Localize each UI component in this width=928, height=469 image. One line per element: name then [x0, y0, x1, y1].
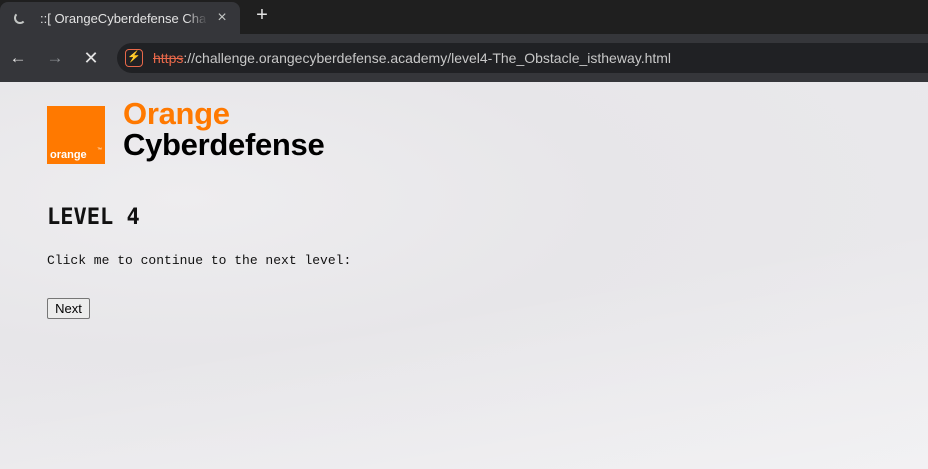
logo-word-orange: Orange	[123, 96, 230, 131]
url-scheme: https	[153, 50, 184, 66]
instruction-text: Click me to continue to the next level:	[47, 253, 352, 268]
address-bar[interactable]: ⚡ https://challenge.orangecyberdefense.a…	[117, 43, 928, 73]
stop-loading-icon[interactable]: ✕	[79, 46, 103, 70]
url-text[interactable]: https://challenge.orangecyberdefense.aca…	[153, 50, 671, 66]
url-rest: ://challenge.orangecyberdefense.academy/…	[183, 50, 672, 66]
page-title: LEVEL 4	[47, 205, 140, 230]
tab-title-fade	[186, 8, 208, 28]
site-info-icon[interactable]: ⚡	[125, 49, 143, 67]
tab-title: ::[ OrangeCyberdefense Challenge ]::	[40, 11, 206, 26]
next-button[interactable]: Next	[47, 298, 90, 319]
close-tab-icon[interactable]: ×	[214, 10, 230, 26]
logo-trademark: ™	[97, 147, 102, 153]
loading-spinner-icon	[14, 12, 26, 24]
forward-icon[interactable]: →	[43, 46, 67, 70]
tab-strip: ::[ OrangeCyberdefense Challenge ]:: × +	[0, 0, 928, 34]
back-icon[interactable]: ←	[6, 46, 30, 70]
logo-word-cyberdefense: Cyberdefense	[123, 127, 325, 162]
browser-toolbar: ← → ✕ ⚡ https://challenge.orangecyberdef…	[0, 34, 928, 82]
page-viewport: orange ™ Orange Cyberdefense LEVEL 4 Cli…	[0, 82, 928, 469]
browser-tab[interactable]: ::[ OrangeCyberdefense Challenge ]:: ×	[0, 2, 240, 34]
logo-square-text: orange	[50, 149, 87, 161]
new-tab-icon[interactable]: +	[252, 5, 272, 25]
orange-logo-square: orange ™	[47, 106, 105, 164]
